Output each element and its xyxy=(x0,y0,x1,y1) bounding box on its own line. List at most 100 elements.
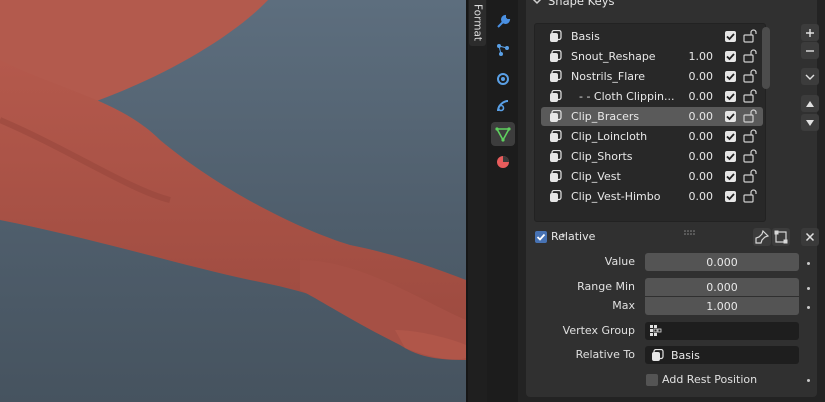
list-item[interactable]: Basis xyxy=(541,27,763,46)
lock-open-icon[interactable] xyxy=(743,149,759,163)
lock-open-icon[interactable] xyxy=(743,29,759,43)
move-down-button[interactable] xyxy=(801,114,819,131)
shape-key-icon xyxy=(550,30,562,42)
shape-key-icon xyxy=(550,130,562,142)
3d-viewport[interactable] xyxy=(0,0,466,402)
keyframe-dot-icon[interactable] xyxy=(807,379,810,382)
add-rest-position-checkbox[interactable] xyxy=(646,374,658,386)
list-item[interactable]: - - Cloth Clippin... 0.00 xyxy=(541,87,763,106)
shape-key-value[interactable]: 0.00 xyxy=(673,130,714,143)
pin-shape-key-button[interactable] xyxy=(753,228,771,246)
wrench-icon xyxy=(497,14,511,28)
vertex-group-field[interactable] xyxy=(645,322,799,340)
chevron-down-icon xyxy=(805,74,815,80)
tab-modifiers[interactable] xyxy=(491,10,515,34)
tab-particles[interactable] xyxy=(491,38,515,62)
range-min-field[interactable]: 0.000 xyxy=(645,278,799,296)
shape-key-icon xyxy=(550,110,562,122)
lock-open-icon[interactable] xyxy=(743,89,759,103)
clear-shape-key-button[interactable] xyxy=(801,228,819,246)
list-item-selected[interactable]: Clip_Bracers 0.00 xyxy=(541,107,763,126)
lock-open-icon[interactable] xyxy=(743,49,759,63)
shape-key-icon xyxy=(550,170,562,182)
relative-to-value: Basis xyxy=(671,348,700,362)
triangle-up-icon xyxy=(806,100,814,107)
edit-mode-icon xyxy=(774,230,788,244)
tab-format[interactable]: Format xyxy=(469,0,486,46)
shape-key-mute-checkbox[interactable] xyxy=(725,31,736,42)
chevron-down-icon xyxy=(532,0,542,5)
checkmark-icon xyxy=(726,73,735,81)
shape-key-mute-checkbox[interactable] xyxy=(725,151,736,162)
value-slider[interactable]: 0.000 xyxy=(645,253,799,271)
panel-header-shape-keys[interactable]: Shape Keys xyxy=(532,0,615,8)
material-icon xyxy=(497,156,509,168)
keyframe-dot-icon[interactable] xyxy=(807,262,810,265)
lock-open-icon[interactable] xyxy=(743,69,759,83)
triangle-down-icon xyxy=(806,119,814,126)
list-item[interactable]: Nostrils_Flare 0.00 xyxy=(541,67,763,86)
checkmark-icon xyxy=(726,33,735,41)
shape-key-mute-checkbox[interactable] xyxy=(725,191,736,202)
value-label: Value xyxy=(604,255,635,268)
relative-to-label: Relative To xyxy=(575,348,635,361)
properties-editor: Shape Keys Basis Snout_Reshape 1.00 Nost… xyxy=(518,0,825,402)
list-item[interactable]: Clip_Loincloth 0.00 xyxy=(541,127,763,146)
resize-grip-icon[interactable] xyxy=(683,229,697,237)
shape-key-mute-checkbox[interactable] xyxy=(725,111,736,122)
constraints-icon xyxy=(497,100,509,112)
add-shape-key-button[interactable] xyxy=(801,24,819,41)
list-item[interactable]: Snout_Reshape 1.00 xyxy=(541,47,763,66)
list-item[interactable]: Clip_Vest-Himbo 0.00 xyxy=(541,187,763,206)
shape-key-mute-checkbox[interactable] xyxy=(725,171,736,182)
list-scrollbar[interactable] xyxy=(762,27,770,89)
range-min-label: Range Min xyxy=(577,280,635,293)
keyframe-dot-icon[interactable] xyxy=(807,287,810,290)
list-item[interactable]: Clip_Vest 0.00 xyxy=(541,167,763,186)
minus-icon xyxy=(806,49,814,52)
lock-open-icon[interactable] xyxy=(743,169,759,183)
shape-key-mute-checkbox[interactable] xyxy=(725,131,736,142)
checkmark-icon xyxy=(726,53,735,61)
shape-key-value[interactable]: 0.00 xyxy=(673,190,714,203)
shape-key-mute-checkbox[interactable] xyxy=(725,71,736,82)
keyframe-dot-icon[interactable] xyxy=(807,306,810,309)
panel-title: Shape Keys xyxy=(548,0,615,8)
checkmark-icon xyxy=(726,173,735,181)
shape-key-value[interactable]: 0.00 xyxy=(673,90,714,103)
range-max-field[interactable]: 1.000 xyxy=(645,297,799,315)
physics-icon xyxy=(497,73,509,85)
shape-key-value[interactable]: 0.00 xyxy=(673,110,714,123)
shape-key-value[interactable]: 0.00 xyxy=(673,150,714,163)
shape-key-mute-checkbox[interactable] xyxy=(725,91,736,102)
relative-checkbox[interactable] xyxy=(535,231,547,243)
add-rest-position-label: Add Rest Position xyxy=(662,373,758,386)
shape-key-icon xyxy=(550,150,562,162)
shape-key-icon xyxy=(652,348,664,361)
checkmark-icon xyxy=(726,93,735,101)
remove-shape-key-button[interactable] xyxy=(801,42,819,59)
shape-key-icon xyxy=(550,50,562,62)
tab-physics[interactable] xyxy=(491,66,515,90)
character-arm-render xyxy=(0,0,466,360)
shape-key-value[interactable]: 1.00 xyxy=(673,50,714,63)
lock-open-icon[interactable] xyxy=(743,109,759,123)
list-item[interactable]: Clip_Shorts 0.00 xyxy=(541,147,763,166)
shape-key-specials-button[interactable] xyxy=(801,68,819,85)
shape-key-mute-checkbox[interactable] xyxy=(725,51,736,62)
sidebar-tab-strip: Format xyxy=(468,0,487,402)
shape-key-list[interactable]: Basis Snout_Reshape 1.00 Nostrils_Flare … xyxy=(534,23,766,239)
checkmark-icon xyxy=(726,113,735,121)
lock-open-icon[interactable] xyxy=(743,189,759,203)
relative-to-field[interactable]: Basis xyxy=(645,346,799,364)
edit-mode-toggle-button[interactable] xyxy=(772,228,790,246)
tab-constraints[interactable] xyxy=(491,94,515,118)
lock-open-icon[interactable] xyxy=(743,129,759,143)
properties-tab-column xyxy=(487,0,518,402)
tab-material[interactable] xyxy=(491,150,515,174)
move-up-button[interactable] xyxy=(801,95,819,112)
shape-key-value[interactable]: 0.00 xyxy=(673,70,714,83)
shape-key-icon xyxy=(550,190,562,202)
tab-object-data[interactable] xyxy=(491,122,515,146)
shape-key-value[interactable]: 0.00 xyxy=(673,170,714,183)
